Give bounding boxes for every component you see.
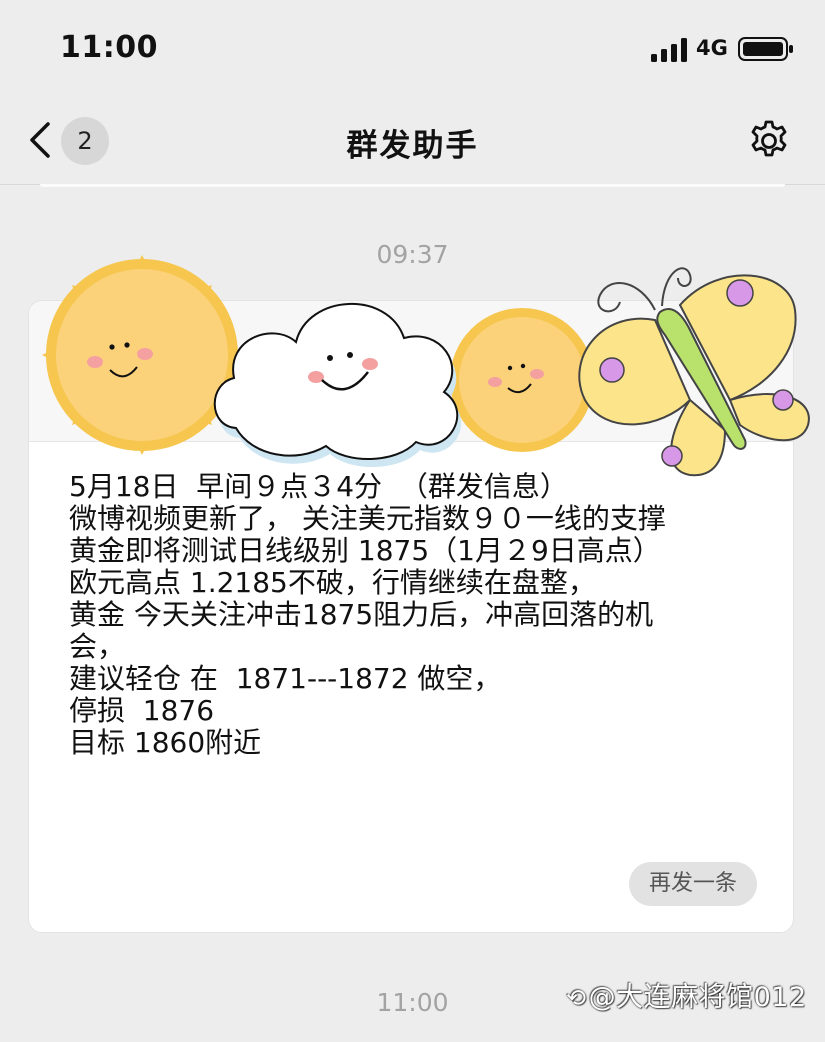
weibo-logo-icon: ⟲ xyxy=(566,984,587,1012)
message-line: 5月18日 早间９点３4分 （群发信息） xyxy=(69,470,568,503)
status-time: 11:00 xyxy=(60,30,158,65)
card-banner xyxy=(29,301,793,442)
page-title: 群发助手 xyxy=(346,128,479,164)
message-line: 目标 1860附近 xyxy=(69,726,262,759)
message-timestamp: 09:37 xyxy=(376,240,449,269)
battery-icon xyxy=(738,37,793,61)
watermark-text: @大连麻将馆012 xyxy=(588,982,807,1013)
previous-message-edge xyxy=(40,184,785,187)
resend-button[interactable]: 再发一条 xyxy=(629,862,757,906)
message-line: 黄金 今天关注冲击1875阻力后，冲高回落的机 xyxy=(69,598,654,631)
nav-bar: 2 群发助手 xyxy=(0,98,825,185)
message-text: 5月18日 早间９点３4分 （群发信息） 微博视频更新了， 关注美元指数９０一线… xyxy=(69,471,769,759)
status-bar: 11:00 4G xyxy=(0,0,825,98)
message-line: 黄金即将测试日线级别 1875（1月２9日高点） xyxy=(69,534,661,567)
message-line: 会， xyxy=(69,630,126,663)
message-line: 欧元高点 1.2185不破，行情继续在盘整， xyxy=(69,566,596,599)
watermark: ⟲@大连麻将馆012 xyxy=(566,975,807,1014)
broadcast-message-card[interactable]: 5月18日 早间９点３4分 （群发信息） 微博视频更新了， 关注美元指数９０一线… xyxy=(28,300,794,933)
gear-icon[interactable] xyxy=(747,119,791,163)
network-type: 4G xyxy=(696,36,728,60)
message-line: 停损 1876 xyxy=(69,694,215,727)
cellular-signal-icon xyxy=(651,38,687,62)
message-line: 建议轻仓 在 1871---1872 做空， xyxy=(69,662,502,695)
message-line: 微博视频更新了， 关注美元指数９０一线的支撑 xyxy=(69,502,666,535)
